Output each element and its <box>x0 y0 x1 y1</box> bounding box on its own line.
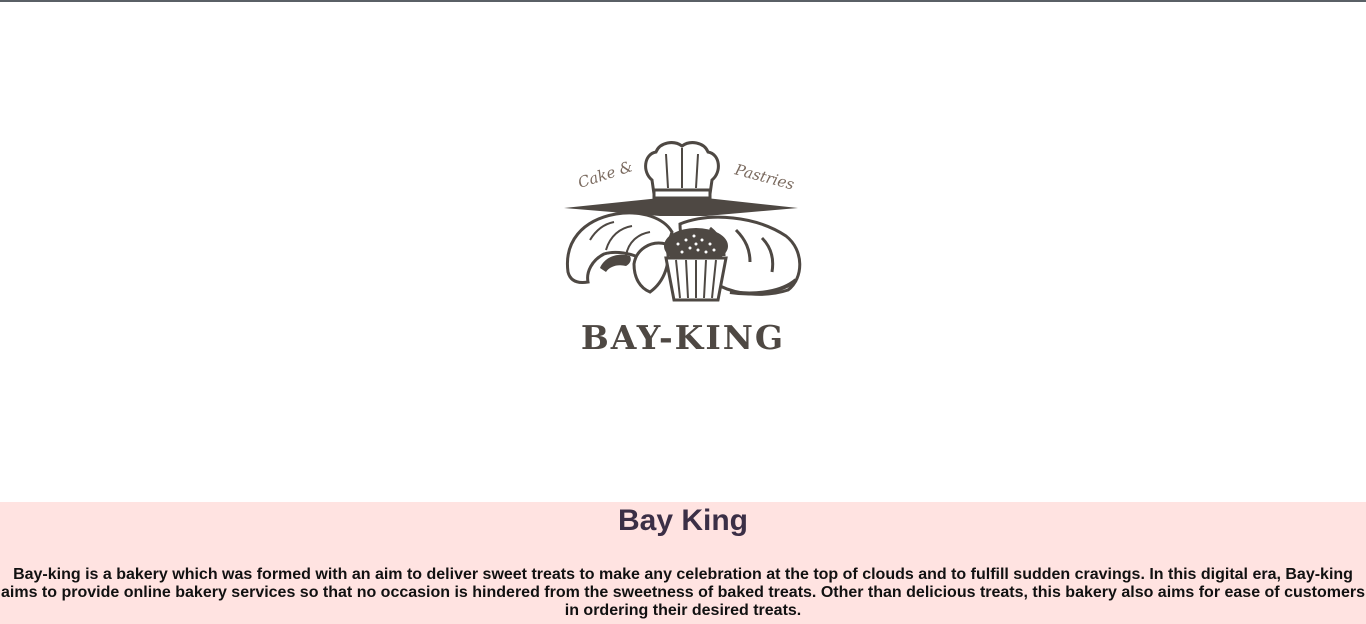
logo-wordmark: BAY-KING <box>580 318 786 357</box>
bakery-logo: Cake & Pastries BAY-KING <box>560 132 806 367</box>
tagline-left: Cake & <box>576 157 635 192</box>
tagline-right: Pastries <box>732 160 796 193</box>
bakery-illustration-icon: Cake & Pastries <box>564 141 802 302</box>
about-title: Bay King <box>617 504 749 537</box>
about-section: Bay King Bay-king is a bakery which was … <box>0 502 1366 624</box>
about-description: Bay-king is a bakery which was formed wi… <box>1 566 1365 619</box>
hero-section: Cake & Pastries BAY-KING <box>0 2 1366 502</box>
